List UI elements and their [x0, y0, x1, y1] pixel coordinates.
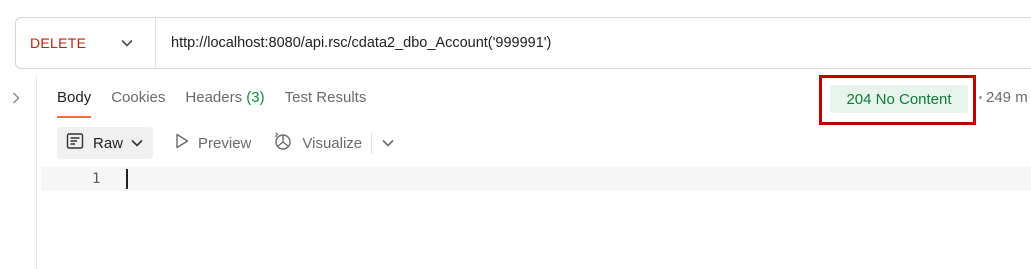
response-tabs: Body Cookies Headers (3) Test Results	[57, 84, 386, 118]
preview-button[interactable]: Preview	[175, 127, 251, 159]
body-toolbar: Raw Preview Visualize	[57, 127, 400, 159]
play-icon	[175, 133, 189, 154]
format-label: Raw	[93, 134, 124, 152]
separator-dot	[979, 96, 982, 99]
document-text-icon	[66, 132, 84, 155]
method-selector[interactable]: DELETE	[16, 18, 156, 68]
sidebar-divider	[36, 76, 37, 269]
headers-count: (3)	[246, 89, 265, 106]
preview-label: Preview	[198, 134, 252, 152]
tab-body[interactable]: Body	[57, 84, 92, 118]
response-time[interactable]: 249 m	[986, 89, 1028, 106]
tab-cookies[interactable]: Cookies	[111, 84, 165, 118]
tab-headers-label: Headers	[185, 89, 243, 106]
toolbar-divider	[371, 132, 373, 154]
method-label: DELETE	[30, 35, 87, 51]
status-highlight-box	[819, 75, 976, 125]
chevron-down-icon	[120, 36, 134, 50]
chevron-right-icon[interactable]	[8, 90, 24, 106]
tab-test-results-label: Test Results	[284, 89, 367, 106]
visualize-options-button[interactable]	[376, 127, 400, 159]
visualize-button[interactable]: Visualize	[273, 127, 362, 159]
response-body-editor[interactable]	[125, 167, 1025, 267]
tab-test-results[interactable]: Test Results	[285, 84, 367, 118]
text-cursor	[126, 169, 128, 189]
response-panel: DELETE http://localhost:8080/api.rsc/cda…	[0, 0, 1031, 269]
tab-body-label: Body	[57, 89, 92, 106]
chevron-down-icon	[382, 134, 394, 152]
request-bar: DELETE http://localhost:8080/api.rsc/cda…	[15, 17, 1031, 69]
url-input[interactable]: http://localhost:8080/api.rsc/cdata2_dbo…	[156, 35, 551, 51]
format-select[interactable]: Raw	[57, 127, 154, 159]
chevron-down-icon	[131, 134, 143, 152]
visualize-label: Visualize	[302, 134, 363, 152]
tab-cookies-label: Cookies	[111, 89, 166, 106]
visualize-icon	[273, 131, 293, 156]
line-number: 1	[92, 171, 101, 187]
tab-headers[interactable]: Headers (3)	[185, 84, 264, 118]
